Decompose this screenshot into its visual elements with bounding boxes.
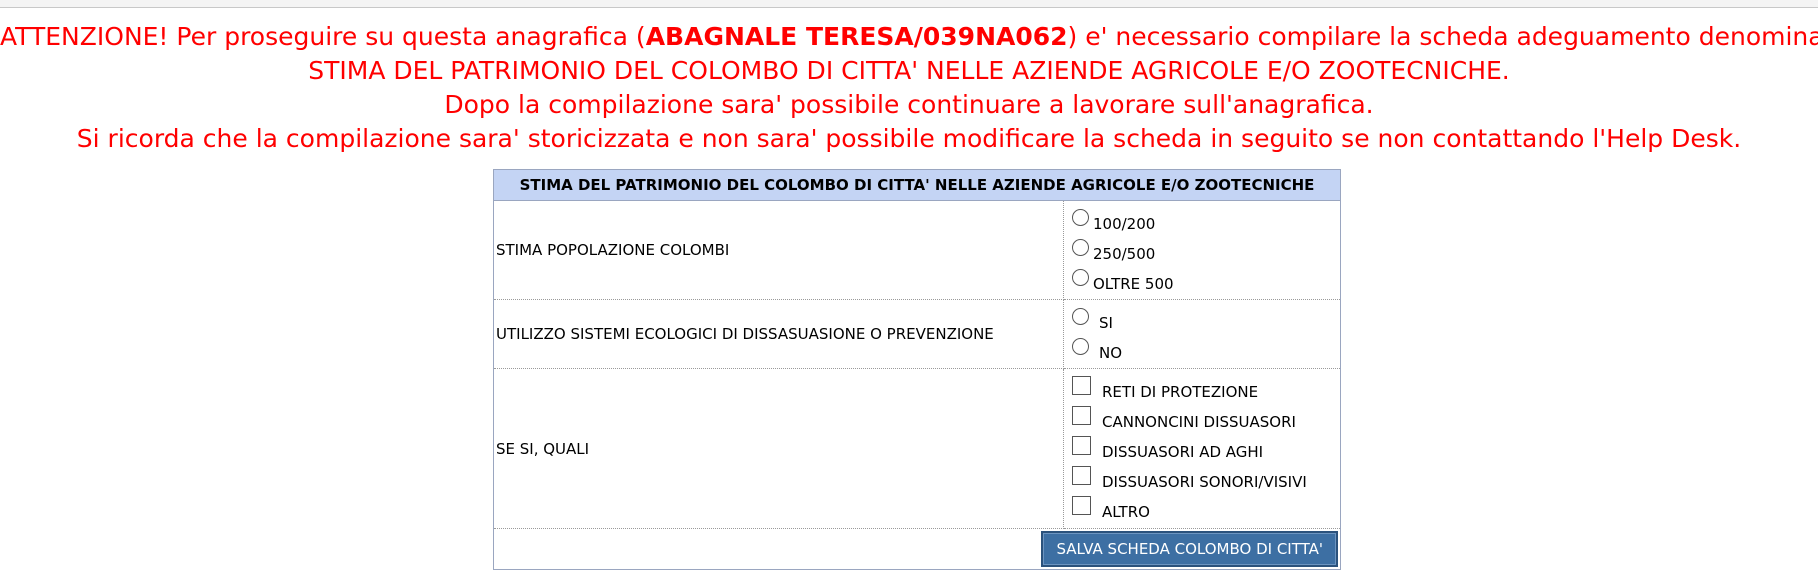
radio-button[interactable] (1072, 307, 1089, 325)
notice-line-3: Dopo la compilazione sara' possibile con… (444, 90, 1374, 119)
save-row: SALVA SCHEDA COLOMBO DI CITTA' (493, 528, 1341, 570)
which-systems-options: RETI DI PROTEZIONE CANNONCINI DISSUASORI… (1063, 368, 1341, 529)
radio-button[interactable] (1072, 337, 1089, 355)
pigeon-form-table: STIMA DEL PATRIMONIO DEL COLOMBO DI CITT… (493, 169, 1341, 570)
checkbox[interactable] (1072, 376, 1091, 395)
registry-name: ABAGNALE TERESA/039NA062 (645, 22, 1068, 51)
population-option-1[interactable]: 100/200 (1072, 206, 1340, 236)
ecological-option-si[interactable]: SI (1072, 305, 1340, 335)
ecological-systems-options: SI NO (1063, 299, 1341, 369)
population-option-3[interactable]: OLTRE 500 (1072, 266, 1340, 296)
form-header: STIMA DEL PATRIMONIO DEL COLOMBO DI CITT… (493, 169, 1341, 201)
system-option-2[interactable]: CANNONCINI DISSUASORI (1072, 405, 1340, 435)
checkbox[interactable] (1072, 406, 1091, 425)
notice-line-4: Si ricorda che la compilazione sara' sto… (76, 124, 1742, 153)
checkbox[interactable] (1072, 466, 1091, 485)
system-option-1[interactable]: RETI DI PROTEZIONE (1072, 375, 1340, 405)
population-label: STIMA POPOLAZIONE COLOMBI (493, 200, 1064, 300)
ecological-option-no[interactable]: NO (1072, 335, 1340, 365)
notice-line-1: ATTENZIONE! Per proseguire su questa ana… (0, 22, 1818, 51)
checkbox[interactable] (1072, 496, 1091, 515)
radio-button[interactable] (1072, 208, 1089, 226)
system-option-4[interactable]: DISSUASORI SONORI/VISIVI (1072, 465, 1340, 495)
system-option-3[interactable]: DISSUASORI AD AGHI (1072, 435, 1340, 465)
notice-line-2: STIMA DEL PATRIMONIO DEL COLOMBO DI CITT… (308, 56, 1510, 85)
save-button[interactable]: SALVA SCHEDA COLOMBO DI CITTA' (1041, 531, 1338, 567)
which-systems-label: SE SI, QUALI (493, 368, 1064, 529)
system-option-5[interactable]: ALTRO (1072, 495, 1340, 525)
top-border (0, 0, 1818, 8)
ecological-systems-label: UTILIZZO SISTEMI ECOLOGICI DI DISSASUASI… (493, 299, 1064, 369)
population-options: 100/200 250/500 OLTRE 500 (1063, 200, 1341, 300)
radio-button[interactable] (1072, 238, 1089, 256)
checkbox[interactable] (1072, 436, 1091, 455)
warning-notice: ATTENZIONE! Per proseguire su questa ana… (0, 20, 1818, 156)
radio-button[interactable] (1072, 268, 1089, 286)
population-option-2[interactable]: 250/500 (1072, 236, 1340, 266)
